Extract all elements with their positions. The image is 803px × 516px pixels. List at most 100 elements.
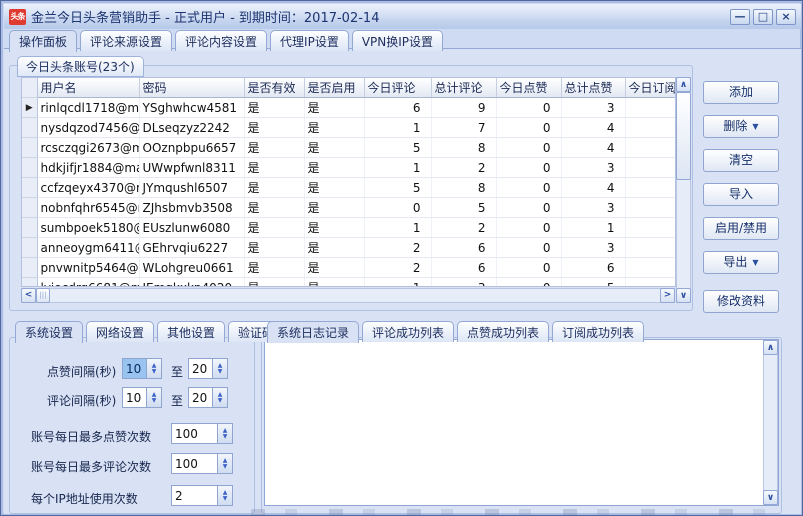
settings-tab-1[interactable]: 网络设置 [86,321,155,342]
cell-valid: 是 [244,97,305,118]
max-likes-stepper[interactable]: ▲▼ [171,423,233,444]
table-row[interactable]: anneoygm6411@maGEhrvqiu6227是是2603 [22,237,675,258]
column-header-total_comments[interactable]: 总计评论 [431,78,497,98]
table-vscroll-thumb[interactable] [676,92,691,180]
table-scroll-left-icon[interactable]: < [21,288,36,303]
current-row-marker[interactable]: ▶ [22,97,38,118]
column-header-valid[interactable]: 是否有效 [244,78,305,98]
table-row[interactable]: ccfzqeyx4370@mail.JYmqushl6507是是5804 [22,177,675,198]
table-row[interactable]: rcsczqgi2673@mail.cOOznpbpu6657是是5804 [22,137,675,158]
max-comments-stepper[interactable]: ▲▼ [171,453,233,474]
import-button[interactable]: 导入 [703,183,779,206]
log-content [265,340,763,505]
like-interval-from-stepper[interactable]: ▲▼ [122,358,162,379]
maximize-button[interactable]: □ [753,8,773,25]
table-scroll-right-icon[interactable]: > [660,288,675,303]
row-selector[interactable] [22,117,38,138]
spinner-arrows-icon[interactable]: ▲ ▼ [217,486,232,505]
logs-tab-3[interactable]: 订阅成功列表 [552,321,645,342]
like-interval-from-input[interactable] [123,359,146,378]
row-selector[interactable] [22,257,38,278]
log-vscrollbar[interactable] [763,340,778,505]
comment-interval-to-stepper[interactable]: ▲▼ [188,387,228,408]
logs-tab-1[interactable]: 评论成功列表 [362,321,455,342]
cell-today_comments: 1 [364,117,432,138]
like-interval-to-input[interactable] [189,359,212,378]
row-selector[interactable] [22,197,38,218]
cell-today_comments: 2 [364,257,432,278]
max-likes-input[interactable] [172,424,217,443]
main-tab-1[interactable]: 评论来源设置 [80,30,173,51]
cell-enabled: 是 [304,217,365,238]
spinner-arrows-icon[interactable]: ▲ ▼ [146,359,161,378]
cell-today_comments: 2 [364,237,432,258]
log-scroll-down-icon[interactable]: ∨ [763,490,778,505]
table-row[interactable]: lviocdrq6681@mail.cIEmgkxkp4020是是1305 [22,277,675,286]
export-button[interactable]: 导出 ▼ [703,251,779,274]
table-row[interactable]: nysdqzod7456@mailDLseqzyz2242是是1704 [22,117,675,138]
spinner-arrows-icon[interactable]: ▲ ▼ [217,424,232,443]
column-header-total_likes[interactable]: 总计点赞 [561,78,626,98]
main-tab-4[interactable]: VPN换IP设置 [351,30,444,51]
table-hscroll-thumb[interactable]: ||| [36,288,50,303]
clear-button[interactable]: 清空 [703,149,779,172]
spinner-arrows-icon[interactable]: ▲ ▼ [212,388,227,407]
table-row[interactable]: sumbpoek5180@maiEUszlunw6080是是1201 [22,217,675,238]
spinner-arrows-icon[interactable]: ▲ ▼ [146,388,161,407]
main-tab-2[interactable]: 评论内容设置 [175,30,268,51]
ip-uses-input[interactable] [172,486,217,505]
log-output-area[interactable] [264,339,779,506]
add-button[interactable]: 添加 [703,81,779,104]
close-button[interactable]: × [776,8,796,25]
like-interval-to-stepper[interactable]: ▲▼ [188,358,228,379]
logs-tab-0[interactable]: 系统日志记录 [267,321,360,343]
row-selector[interactable] [22,157,38,178]
max-comments-input[interactable] [172,454,217,473]
main-tab-3[interactable]: 代理IP设置 [270,30,349,51]
column-header-username[interactable]: 用户名 [37,78,140,98]
logs-tab-2[interactable]: 点赞成功列表 [457,321,550,342]
row-selector[interactable] [22,137,38,158]
accounts-table[interactable]: 用户名 密码 是否有效 是否启用 今日评论 总计评论 今日点赞 总计点赞 今日订阅 ▶ rinlq… [21,77,676,287]
table-scroll-down-icon[interactable]: ∨ [676,288,691,303]
cell-username: anneoygm6411@ma [37,237,140,258]
column-header-password[interactable]: 密码 [139,78,245,98]
table-row[interactable]: nobnfqhr6545@mail.ZJhsbmvb3508是是0503 [22,197,675,218]
spinner-arrows-icon[interactable]: ▲ ▼ [217,454,232,473]
delete-button[interactable]: 删除 ▼ [703,115,779,138]
log-scroll-up-icon[interactable]: ∧ [763,340,778,355]
spinner-arrows-icon[interactable]: ▲ ▼ [212,359,227,378]
edit-profile-button[interactable]: 修改资料 [703,290,779,313]
chevron-down-icon: ▼ [752,122,759,131]
column-header-today_likes[interactable]: 今日点赞 [496,78,562,98]
titlebar[interactable]: 头条 金兰今日头条营销助手 - 正式用户 - 到期时间：2017-02-14 —… [4,4,801,29]
column-header-today_subs[interactable]: 今日订阅 [625,78,675,98]
settings-tab-2[interactable]: 其他设置 [157,321,226,342]
table-scroll-up-icon[interactable]: ∧ [676,77,691,92]
cell-today_subs [625,257,675,278]
table-row[interactable]: hdkjifjr1884@mail.chUWwpfwnl8311是是1203 [22,157,675,178]
table-row[interactable]: ▶rinlqcdl1718@mail.chYSghwhcw4581是是6903 [22,97,675,118]
table-row[interactable]: pnvwnitp5464@mail.WLohgreu0661是是2606 [22,257,675,278]
row-selector[interactable] [22,277,38,286]
cell-username: nobnfqhr6545@mail. [37,197,140,218]
cell-valid: 是 [244,137,305,158]
comment-interval-to-input[interactable] [189,388,212,407]
comment-interval-from-input[interactable] [123,388,146,407]
cell-valid: 是 [244,117,305,138]
settings-tab-0[interactable]: 系统设置 [15,321,84,343]
column-header-today_comments[interactable]: 今日评论 [364,78,432,98]
comment-interval-label: 评论间隔(秒) [47,394,117,408]
row-selector[interactable] [22,177,38,198]
cell-total_likes: 3 [561,97,626,118]
row-selector[interactable] [22,217,38,238]
column-header-enabled[interactable]: 是否启用 [304,78,365,98]
cell-enabled: 是 [304,117,365,138]
minimize-button[interactable]: — [730,8,750,25]
main-tab-0[interactable]: 操作面板 [9,30,78,52]
ip-uses-stepper[interactable]: ▲▼ [171,485,233,506]
table-hscrollbar[interactable] [21,288,675,303]
row-selector[interactable] [22,237,38,258]
comment-interval-from-stepper[interactable]: ▲▼ [122,387,162,408]
enable-disable-button[interactable]: 启用/禁用 [703,217,779,240]
